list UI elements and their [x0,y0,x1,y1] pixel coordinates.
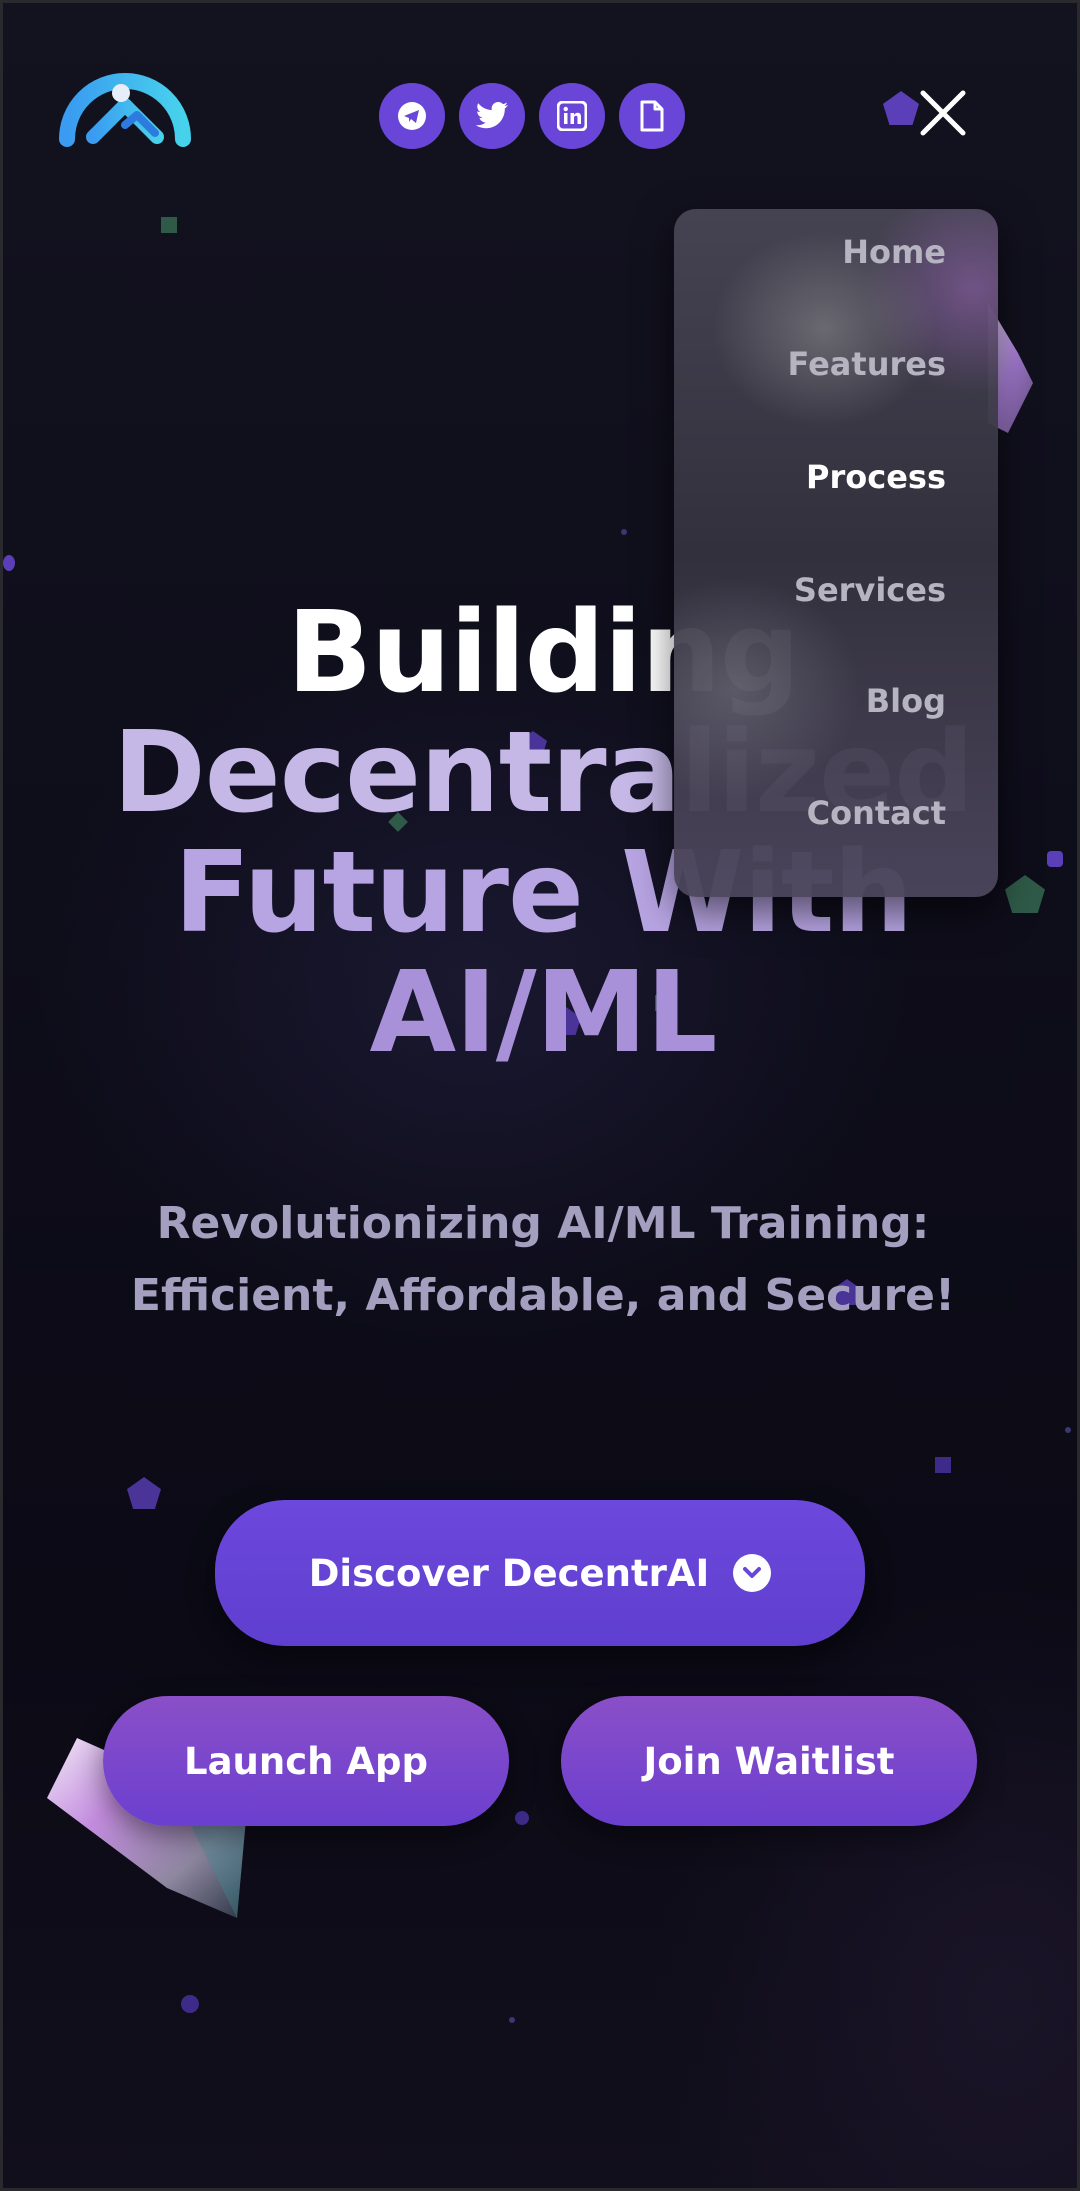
page: Building Decentralized Future With AI/ML… [0,0,1080,2191]
particle [935,1457,951,1473]
launch-app-button[interactable]: Launch App [103,1696,509,1826]
particle [883,91,919,125]
discover-button[interactable]: Discover DecentrAI [215,1500,865,1646]
twitter-button[interactable] [459,83,525,149]
particle [127,1477,161,1509]
join-waitlist-button-label: Join Waitlist [643,1739,895,1783]
nav-menu: Home Features Process Services Blog Cont… [674,209,998,897]
telegram-icon [398,102,426,130]
linkedin-button[interactable] [539,83,605,149]
particle [509,2017,515,2023]
nav-item-contact[interactable]: Contact [807,794,946,832]
hero-subtitle: Revolutionizing AI/ML Training: Efficien… [73,1188,1013,1332]
nav-item-features[interactable]: Features [788,345,946,383]
discover-button-label: Discover DecentrAI [308,1551,710,1595]
twitter-icon [475,102,508,129]
hero-title-line: AI/ML [369,948,717,1078]
particle [1065,1427,1071,1433]
particle [181,1995,199,2013]
close-icon[interactable] [915,85,971,141]
particle [515,1811,529,1825]
social-links [379,83,685,149]
linkedin-icon [557,101,587,131]
hero-subtitle-line: Efficient, Affordable, and Secure! [130,1270,956,1321]
nav-item-services[interactable]: Services [794,571,946,609]
join-waitlist-button[interactable]: Join Waitlist [561,1696,977,1826]
document-button[interactable] [619,83,685,149]
particle [161,217,177,233]
nav-item-process[interactable]: Process [806,458,946,496]
nav-item-home[interactable]: Home [842,233,946,271]
launch-app-button-label: Launch App [184,1739,428,1783]
hero-subtitle-line: Revolutionizing AI/ML Training: [156,1198,930,1249]
nav-item-blog[interactable]: Blog [866,682,946,720]
particle [621,529,627,535]
particle [3,555,15,571]
telegram-button[interactable] [379,83,445,149]
brand-logo-icon[interactable] [59,63,191,147]
chevron-down-icon [733,1554,772,1592]
document-icon [640,100,664,132]
